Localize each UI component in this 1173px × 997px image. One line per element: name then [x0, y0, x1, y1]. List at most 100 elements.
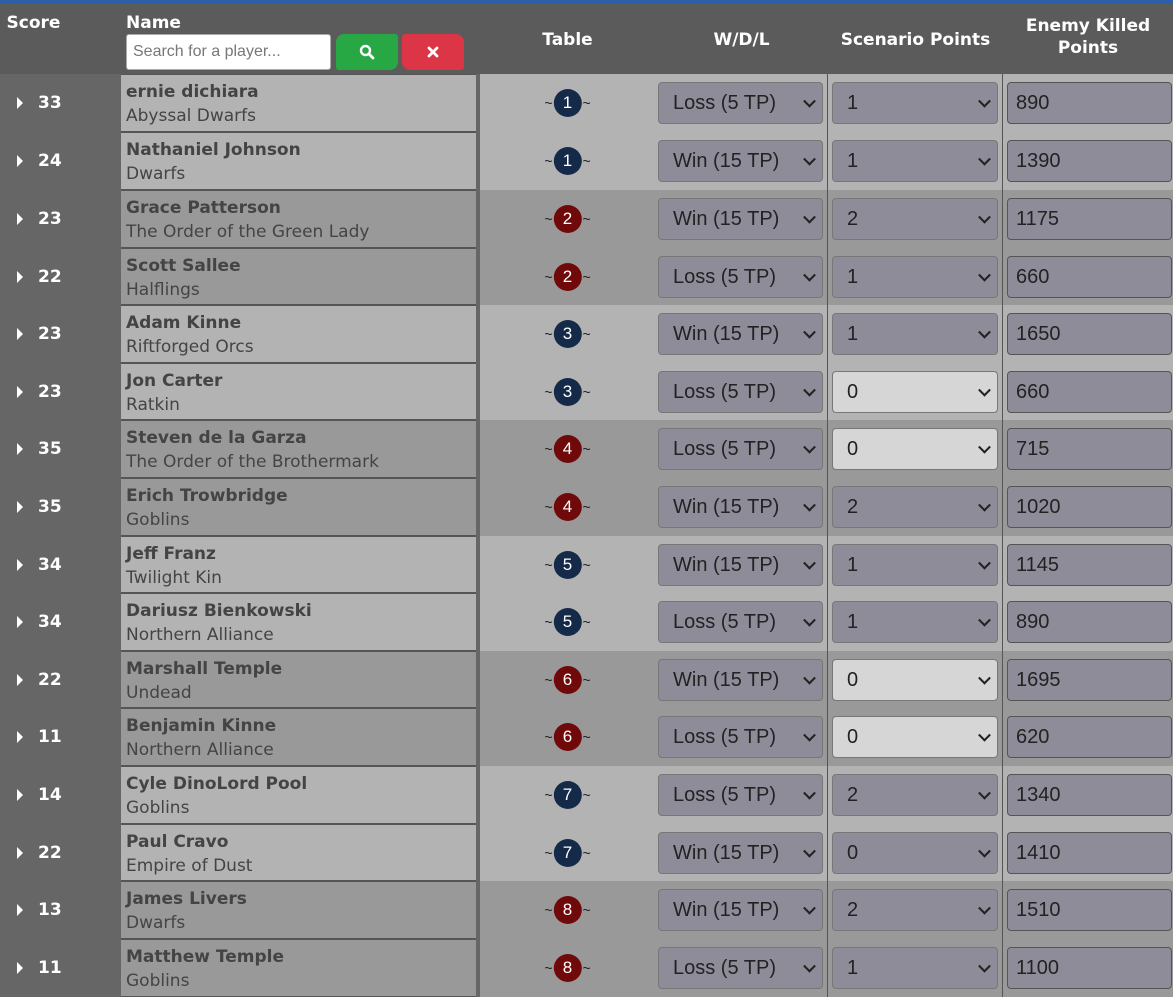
- scenario-points-select[interactable]: 0: [832, 658, 998, 701]
- enemy-killed-points-input[interactable]: 890: [1007, 82, 1172, 124]
- score-cell[interactable]: 23: [0, 363, 121, 420]
- wdl-select[interactable]: Win (15 TP): [658, 140, 823, 182]
- enemy-killed-points-input[interactable]: 620: [1007, 716, 1172, 758]
- expand-caret-icon[interactable]: [17, 558, 23, 571]
- expand-caret-icon[interactable]: [17, 962, 23, 974]
- scenario-points-select[interactable]: 2: [832, 774, 998, 816]
- expand-caret-icon[interactable]: [17, 789, 23, 801]
- wdl-select[interactable]: Loss (5 TP): [658, 774, 823, 816]
- score-cell[interactable]: 11: [0, 939, 121, 997]
- wdl-select[interactable]: Win (15 TP): [658, 313, 823, 355]
- score-cell[interactable]: 23: [0, 305, 121, 363]
- score-cell[interactable]: 22: [0, 651, 121, 708]
- player-cell: Benjamin Kinne Northern Alliance: [121, 708, 476, 766]
- scenario-points-select[interactable]: 1: [832, 947, 998, 989]
- score-cell[interactable]: 13: [0, 881, 121, 939]
- wdl-select[interactable]: Loss (5 TP): [658, 370, 823, 413]
- enemy-killed-points-input[interactable]: 1390: [1007, 140, 1172, 182]
- wdl-select[interactable]: Loss (5 TP): [658, 601, 823, 643]
- enemy-killed-points-input[interactable]: 1175: [1007, 198, 1172, 240]
- scenario-points-column-header[interactable]: Scenario Points: [828, 29, 1003, 51]
- enemy-killed-points-input[interactable]: 1510: [1007, 889, 1172, 931]
- enemy-killed-points-input[interactable]: 1020: [1007, 486, 1172, 528]
- scenario-points-select[interactable]: 0: [832, 831, 998, 874]
- scenario-points-select[interactable]: 1: [832, 601, 998, 643]
- chevron-down-icon: [978, 901, 991, 915]
- expand-caret-icon[interactable]: [17, 443, 23, 455]
- score-column-header[interactable]: Score: [0, 12, 67, 34]
- player-army: Goblins: [126, 971, 190, 991]
- enemy-killed-points-input[interactable]: 715: [1007, 428, 1172, 470]
- enemy-killed-points-input[interactable]: 1695: [1007, 658, 1172, 701]
- name-column-header[interactable]: Name: [126, 12, 181, 34]
- scenario-points-select[interactable]: 2: [832, 486, 998, 528]
- player-search-input[interactable]: [126, 34, 331, 70]
- scenario-points-select[interactable]: 2: [832, 198, 998, 240]
- score-cell[interactable]: 23: [0, 190, 121, 248]
- expand-caret-icon[interactable]: [17, 270, 23, 283]
- expand-caret-icon[interactable]: [17, 616, 23, 628]
- wdl-select[interactable]: Loss (5 TP): [658, 255, 823, 298]
- enemy-killed-points-input[interactable]: 1650: [1007, 313, 1172, 355]
- enemy-killed-cell: 1175: [1003, 190, 1173, 248]
- enemy-killed-points-input[interactable]: 1100: [1007, 947, 1172, 989]
- clear-search-button[interactable]: [402, 34, 464, 70]
- scenario-points-select[interactable]: 1: [832, 255, 998, 298]
- expand-caret-icon[interactable]: [17, 673, 23, 686]
- wdl-cell: Win (15 TP): [655, 651, 828, 708]
- enemy-killed-points-input[interactable]: 1340: [1007, 774, 1172, 816]
- enemy-killed-points-input[interactable]: 890: [1007, 601, 1172, 643]
- score-cell[interactable]: 22: [0, 824, 121, 881]
- enemy-killed-points-input[interactable]: 1145: [1007, 543, 1172, 586]
- scenario-points-select[interactable]: 1: [832, 313, 998, 355]
- wdl-select[interactable]: Loss (5 TP): [658, 947, 823, 989]
- wdl-select[interactable]: Win (15 TP): [658, 889, 823, 931]
- expand-caret-icon[interactable]: [17, 213, 23, 225]
- wdl-select[interactable]: Win (15 TP): [658, 543, 823, 586]
- scenario-points-select[interactable]: 1: [832, 543, 998, 586]
- enemy-killed-points-column-header[interactable]: Enemy Killed Points: [1003, 15, 1173, 59]
- table-column-header[interactable]: Table: [480, 29, 655, 51]
- scenario-points-select[interactable]: 1: [832, 140, 998, 182]
- scenario-points-select[interactable]: 0: [832, 428, 998, 470]
- wdl-column-header[interactable]: W/D/L: [655, 29, 828, 51]
- wdl-select[interactable]: Loss (5 TP): [658, 716, 823, 758]
- enemy-killed-points-input[interactable]: 660: [1007, 255, 1172, 298]
- score-cell[interactable]: 35: [0, 478, 121, 536]
- scenario-cell: 1: [828, 132, 1003, 190]
- chevron-down-icon: [978, 613, 991, 627]
- scenario-points-select[interactable]: 1: [832, 82, 998, 124]
- scenario-points-select[interactable]: 0: [832, 716, 998, 758]
- score-cell[interactable]: 34: [0, 536, 121, 593]
- score-cell[interactable]: 22: [0, 248, 121, 305]
- score-cell[interactable]: 34: [0, 593, 121, 651]
- score-cell[interactable]: 11: [0, 708, 121, 766]
- chevron-down-icon: [978, 325, 991, 339]
- wdl-select[interactable]: Win (15 TP): [658, 658, 823, 701]
- expand-caret-icon[interactable]: [17, 328, 23, 340]
- expand-caret-icon[interactable]: [17, 731, 23, 743]
- score-cell[interactable]: 24: [0, 132, 121, 190]
- table-badge: 1: [553, 89, 582, 117]
- table-number: ~1 ~: [544, 89, 591, 117]
- wdl-select[interactable]: Loss (5 TP): [658, 428, 823, 470]
- score-cell[interactable]: 35: [0, 420, 121, 478]
- expand-caret-icon[interactable]: [17, 385, 23, 398]
- score-cell[interactable]: 33: [0, 74, 121, 132]
- expand-caret-icon[interactable]: [17, 501, 23, 513]
- enemy-killed-points-input[interactable]: 660: [1007, 370, 1172, 413]
- expand-caret-icon[interactable]: [17, 904, 23, 916]
- wdl-select[interactable]: Win (15 TP): [658, 831, 823, 874]
- wdl-select[interactable]: Loss (5 TP): [658, 82, 823, 124]
- expand-caret-icon[interactable]: [17, 846, 23, 859]
- score-cell[interactable]: 14: [0, 766, 121, 824]
- wdl-select[interactable]: Win (15 TP): [658, 198, 823, 240]
- scenario-points-select[interactable]: 0: [832, 370, 998, 413]
- wdl-select[interactable]: Win (15 TP): [658, 486, 823, 528]
- player-cell: ernie dichiara Abyssal Dwarfs: [121, 74, 476, 132]
- expand-caret-icon[interactable]: [17, 155, 23, 167]
- search-button[interactable]: [336, 34, 398, 70]
- expand-caret-icon[interactable]: [17, 97, 23, 109]
- enemy-killed-points-input[interactable]: 1410: [1007, 831, 1172, 874]
- scenario-points-select[interactable]: 2: [832, 889, 998, 931]
